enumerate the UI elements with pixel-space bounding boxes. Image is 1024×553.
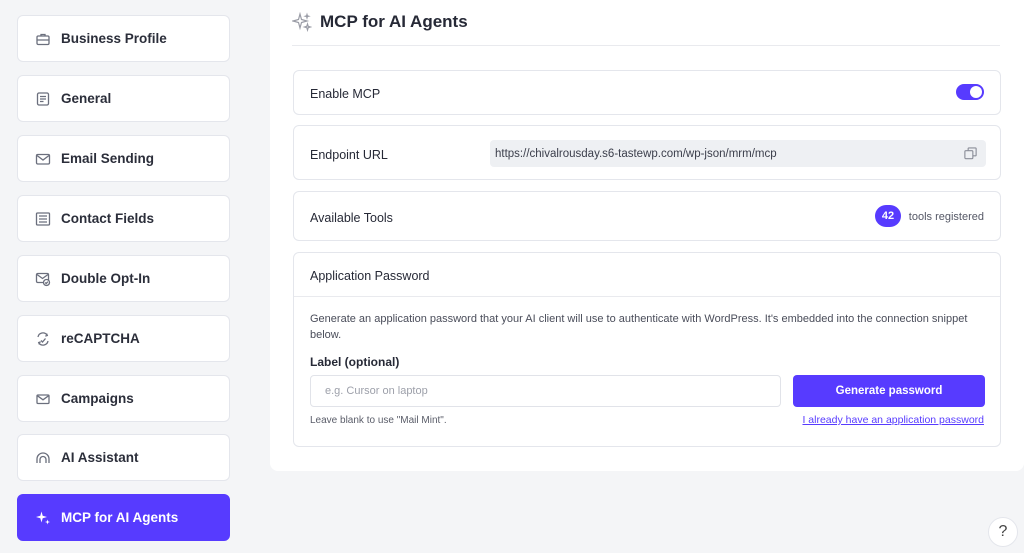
sidebar-item-label: Contact Fields <box>61 211 155 226</box>
available-tools-label: Available Tools <box>310 211 393 225</box>
sidebar-item-contact-fields[interactable]: Contact Fields <box>17 195 230 242</box>
sidebar-item-label: Campaigns <box>61 391 134 406</box>
sidebar-item-ai-assistant[interactable]: AI Assistant <box>17 434 230 481</box>
sparkle-icon <box>290 11 313 32</box>
tools-count-badge: 42 <box>875 205 901 227</box>
endpoint-url-field[interactable]: https://chivalrousday.s6-tastewp.com/wp-… <box>490 140 986 167</box>
available-tools-card: Available Tools 42 tools registered <box>293 191 1001 241</box>
toggle-knob <box>970 86 982 98</box>
copy-icon[interactable] <box>963 146 978 161</box>
password-label-input[interactable] <box>310 375 781 407</box>
ai-arc-icon <box>34 449 52 467</box>
sidebar-item-campaigns[interactable]: Campaigns <box>17 375 230 422</box>
existing-password-link[interactable]: I already have an application password <box>802 414 984 426</box>
document-icon <box>34 90 52 108</box>
endpoint-url-value: https://chivalrousday.s6-tastewp.com/wp-… <box>495 147 777 160</box>
enable-mcp-toggle[interactable] <box>956 84 984 100</box>
sidebar-item-mcp-for-ai-agents[interactable]: MCP for AI Agents <box>17 494 230 541</box>
envelope-icon <box>34 150 52 168</box>
endpoint-label: Endpoint URL <box>310 148 388 162</box>
sidebar-item-label: Double Opt-In <box>61 271 151 286</box>
sidebar-item-double-opt-in[interactable]: Double Opt-In <box>17 255 230 302</box>
sparkle-icon <box>34 509 52 527</box>
sidebar-item-label: reCAPTCHA <box>61 331 140 346</box>
recaptcha-icon <box>34 330 52 348</box>
sidebar-item-label: MCP for AI Agents <box>61 510 179 525</box>
help-button[interactable]: ? <box>988 517 1018 547</box>
enable-mcp-card: Enable MCP <box>293 70 1001 115</box>
label-field-label: Label (optional) <box>310 355 400 369</box>
sidebar-item-general[interactable]: General <box>17 75 230 122</box>
generate-password-button[interactable]: Generate password <box>793 375 985 407</box>
application-password-title: Application Password <box>310 269 430 283</box>
sidebar-item-recaptcha[interactable]: reCAPTCHA <box>17 315 230 362</box>
sidebar-item-email-sending[interactable]: Email Sending <box>17 135 230 182</box>
mail-icon <box>34 390 52 408</box>
sidebar-item-label: General <box>61 91 112 106</box>
page-title: MCP for AI Agents <box>320 11 468 31</box>
sidebar-item-label: AI Assistant <box>61 450 139 465</box>
application-password-description: Generate an application password that yo… <box>310 313 968 341</box>
form-fields-icon <box>34 210 52 228</box>
settings-sidebar: Business Profile General Email Sending C… <box>0 0 248 553</box>
sidebar-item-label: Business Profile <box>61 31 167 46</box>
endpoint-card: Endpoint URL https://chivalrousday.s6-ta… <box>293 125 1001 180</box>
application-password-card: Application Password Generate an applica… <box>293 252 1001 447</box>
sidebar-item-business-profile[interactable]: Business Profile <box>17 15 230 62</box>
label-hint: Leave blank to use "Mail Mint". <box>310 415 447 426</box>
application-password-header: Application Password <box>294 253 1000 297</box>
enable-mcp-label: Enable MCP <box>310 87 381 101</box>
envelope-check-icon <box>34 270 52 288</box>
briefcase-icon <box>34 30 52 48</box>
sidebar-item-label: Email Sending <box>61 151 155 166</box>
page-header: MCP for AI Agents <box>290 10 1000 46</box>
tools-count-suffix: tools registered <box>908 211 984 223</box>
